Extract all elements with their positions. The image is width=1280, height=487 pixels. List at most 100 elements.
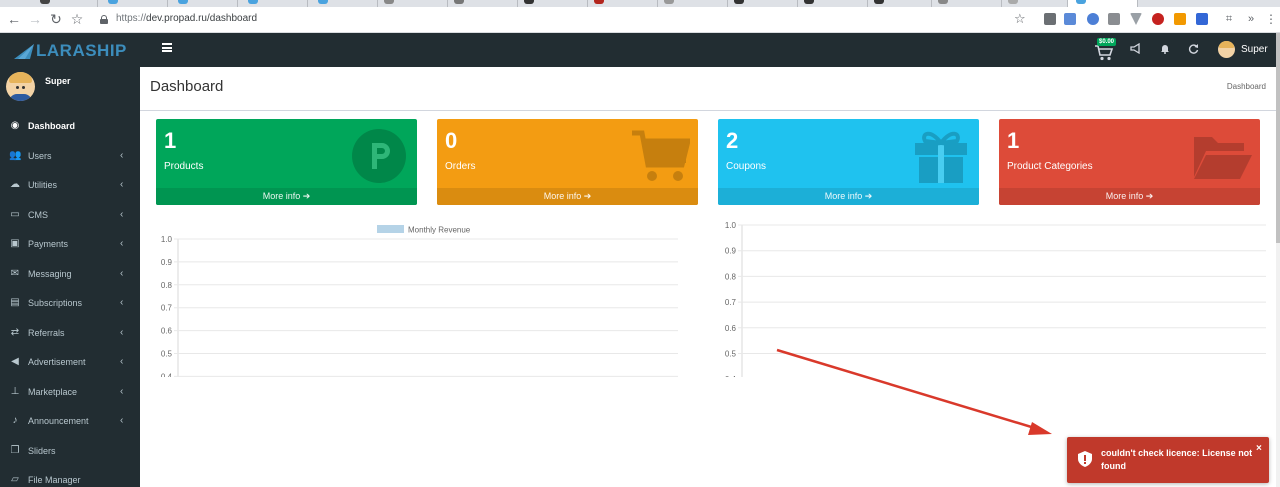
double-chevron-icon[interactable]: » [1242,10,1260,28]
browser-tab[interactable] [868,0,932,7]
chevron-left-icon: ‹ [120,326,124,338]
sidebar-item-users[interactable]: 👥 Users ‹ [0,141,140,171]
mail-extension-icon[interactable] [1064,13,1076,25]
sidebar-toggle-icon[interactable] [162,43,172,52]
browser-tab[interactable] [378,0,448,7]
reload-icon[interactable]: ↻ [47,10,65,28]
bullhorn-icon: ◀ [11,356,19,367]
legend-swatch[interactable] [377,225,404,233]
content-header: Dashboard Dashboard [140,67,1276,111]
browser-tab[interactable] [448,0,518,7]
annotation-arrow [776,348,1052,435]
shield-alert-icon [1078,451,1092,467]
y-tick-label: 0.9 [725,247,737,256]
user-panel: Super [0,67,140,115]
header-username[interactable]: Super [1241,44,1268,55]
browser-tab[interactable] [168,0,238,7]
chevron-left-icon: ‹ [120,415,124,426]
browser-tab[interactable] [308,0,378,7]
sidebar-item-subscriptions[interactable]: ▤ Subscriptions ‹ [0,288,140,318]
browser-tab[interactable] [932,0,1002,7]
browser-tab-strip [0,0,1280,7]
browser-tab-active[interactable] [1068,0,1138,7]
monthly-revenue-chart: 00.10.20.30.40.50.60.70.80.91.0Monthly R… [156,221,686,487]
sidebar-item-payments[interactable]: ▣ Payments ‹ [0,229,140,259]
ublock-extension-icon[interactable] [1152,13,1164,25]
toast-close-button[interactable]: × [1256,443,1262,454]
camera-extension-icon[interactable] [1108,13,1120,25]
y-tick-label: 0.8 [161,281,173,290]
sidebar-item-label: Utilities [28,180,58,190]
chart-left-svg: 00.10.20.30.40.50.60.70.80.91.0Monthly R… [161,225,678,377]
sidebar-item-marketplace[interactable]: ⊥ Marketplace ‹ [0,377,140,407]
header-avatar[interactable] [1218,41,1235,58]
browser-tab[interactable] [798,0,868,7]
bell-icon: ♪ [12,415,18,426]
page-scrollbar[interactable] [1276,33,1280,487]
gmail-extension-icon[interactable] [1044,13,1056,25]
sidebar-menu: ◉ Dashboard 👥 Users ‹ ☁ Utilities ‹ ▭ CMS ‹ ▣ Paymen… [0,111,140,487]
chevron-left-icon: ‹ [120,385,124,397]
sidebar-item-advertisement[interactable]: ◀ Advertisement ‹ [0,347,140,377]
bookmark-star-icon[interactable]: ☆ [1014,11,1026,27]
dashboard-icon: ◉ [10,120,20,131]
sidebar-item-referrals[interactable]: ⇄ Referrals ‹ [0,318,140,348]
sidebar-item-sliders[interactable]: ❐ Sliders [0,436,140,466]
sidebar-item-messaging[interactable]: ✉ Messaging ‹ [0,259,140,289]
url-text[interactable]: https://dev.propad.ru/dashboard [116,13,257,24]
browser-tab[interactable] [728,0,798,7]
retweet-icon: ⇄ [10,326,20,338]
sidebar-item-label: Subscriptions [28,298,83,308]
shopping-cart-icon [1095,45,1114,61]
y-tick-label: 0.8 [725,272,737,281]
cart-button[interactable]: $0.00 [1094,38,1117,61]
browser-tab[interactable] [98,0,168,7]
browser-tab[interactable] [518,0,588,7]
browser-tab[interactable] [588,0,658,7]
address-bar[interactable]: https://dev.propad.ru/dashboard [92,10,1036,30]
logo[interactable]: LARASHIP [0,33,140,67]
refresh-icon[interactable] [1188,43,1199,58]
clone-icon: ❐ [10,444,20,456]
breadcrumb[interactable]: Dashboard [1227,82,1266,91]
vue-extension-icon[interactable] [1130,13,1142,25]
sidebar-item-label: Marketplace [28,386,78,397]
bell-icon[interactable] [1160,43,1170,58]
browser-tab[interactable] [0,0,98,7]
crop-icon[interactable]: ⌗ [1220,10,1238,28]
sitemap-icon: ⊥ [10,385,20,397]
sidebar-item-label: Payments [28,239,69,249]
grid-extension-icon[interactable] [1174,13,1186,25]
sidebar-item-label: Users [28,150,52,161]
annotation-arrow-line [776,348,1039,431]
scrollbar-thumb[interactable] [1276,33,1280,243]
browser-menu-icon[interactable]: ⋮ [1262,10,1280,28]
browser-toolbar: ← → ↻ ☆ https://dev.propad.ru/dashboard … [0,7,1280,33]
y-tick-label: 1.0 [725,221,737,230]
sidebar-item-cms[interactable]: ▭ CMS ‹ [0,200,140,230]
opera-extension-icon[interactable] [1087,13,1099,25]
y-tick-label: 1.0 [161,235,173,244]
sidebar-item-file-manager[interactable]: ▱ File Manager [0,465,140,487]
chart-right-svg: 00.10.20.30.40.50.60.70.80.91.0 [725,221,1266,377]
home-star-icon[interactable]: ☆ [68,10,86,28]
users-icon: 👥 [9,149,22,161]
back-icon[interactable]: ← [5,10,23,28]
y-tick-label: 0.7 [161,304,173,313]
legend-label[interactable]: Monthly Revenue [408,226,471,235]
cart-total-badge: $0.00 [1097,38,1117,46]
browser-tab[interactable] [238,0,308,7]
browser-tab[interactable] [658,0,728,7]
sidebar-item-utilities[interactable]: ☁ Utilities ‹ [0,170,140,200]
browser-tab[interactable] [1002,0,1068,7]
badge-extension-icon[interactable] [1196,13,1208,25]
sidebar-item-announcement[interactable]: ♪ Announcement ‹ [0,406,140,436]
forward-icon[interactable]: → [26,10,44,28]
chevron-left-icon: ‹ [120,238,124,249]
bullhorn-icon[interactable] [1130,42,1141,58]
y-tick-label: 0.4 [161,372,173,377]
sidebar-item-dashboard[interactable]: ◉ Dashboard [0,111,140,141]
sidebar: Super ◉ Dashboard 👥 Users ‹ ☁ Utilities ‹ ▭ CMS ‹ ▣… [0,67,140,487]
y-tick-label: 0.6 [725,324,737,333]
y-tick-label: 0.5 [725,350,737,359]
